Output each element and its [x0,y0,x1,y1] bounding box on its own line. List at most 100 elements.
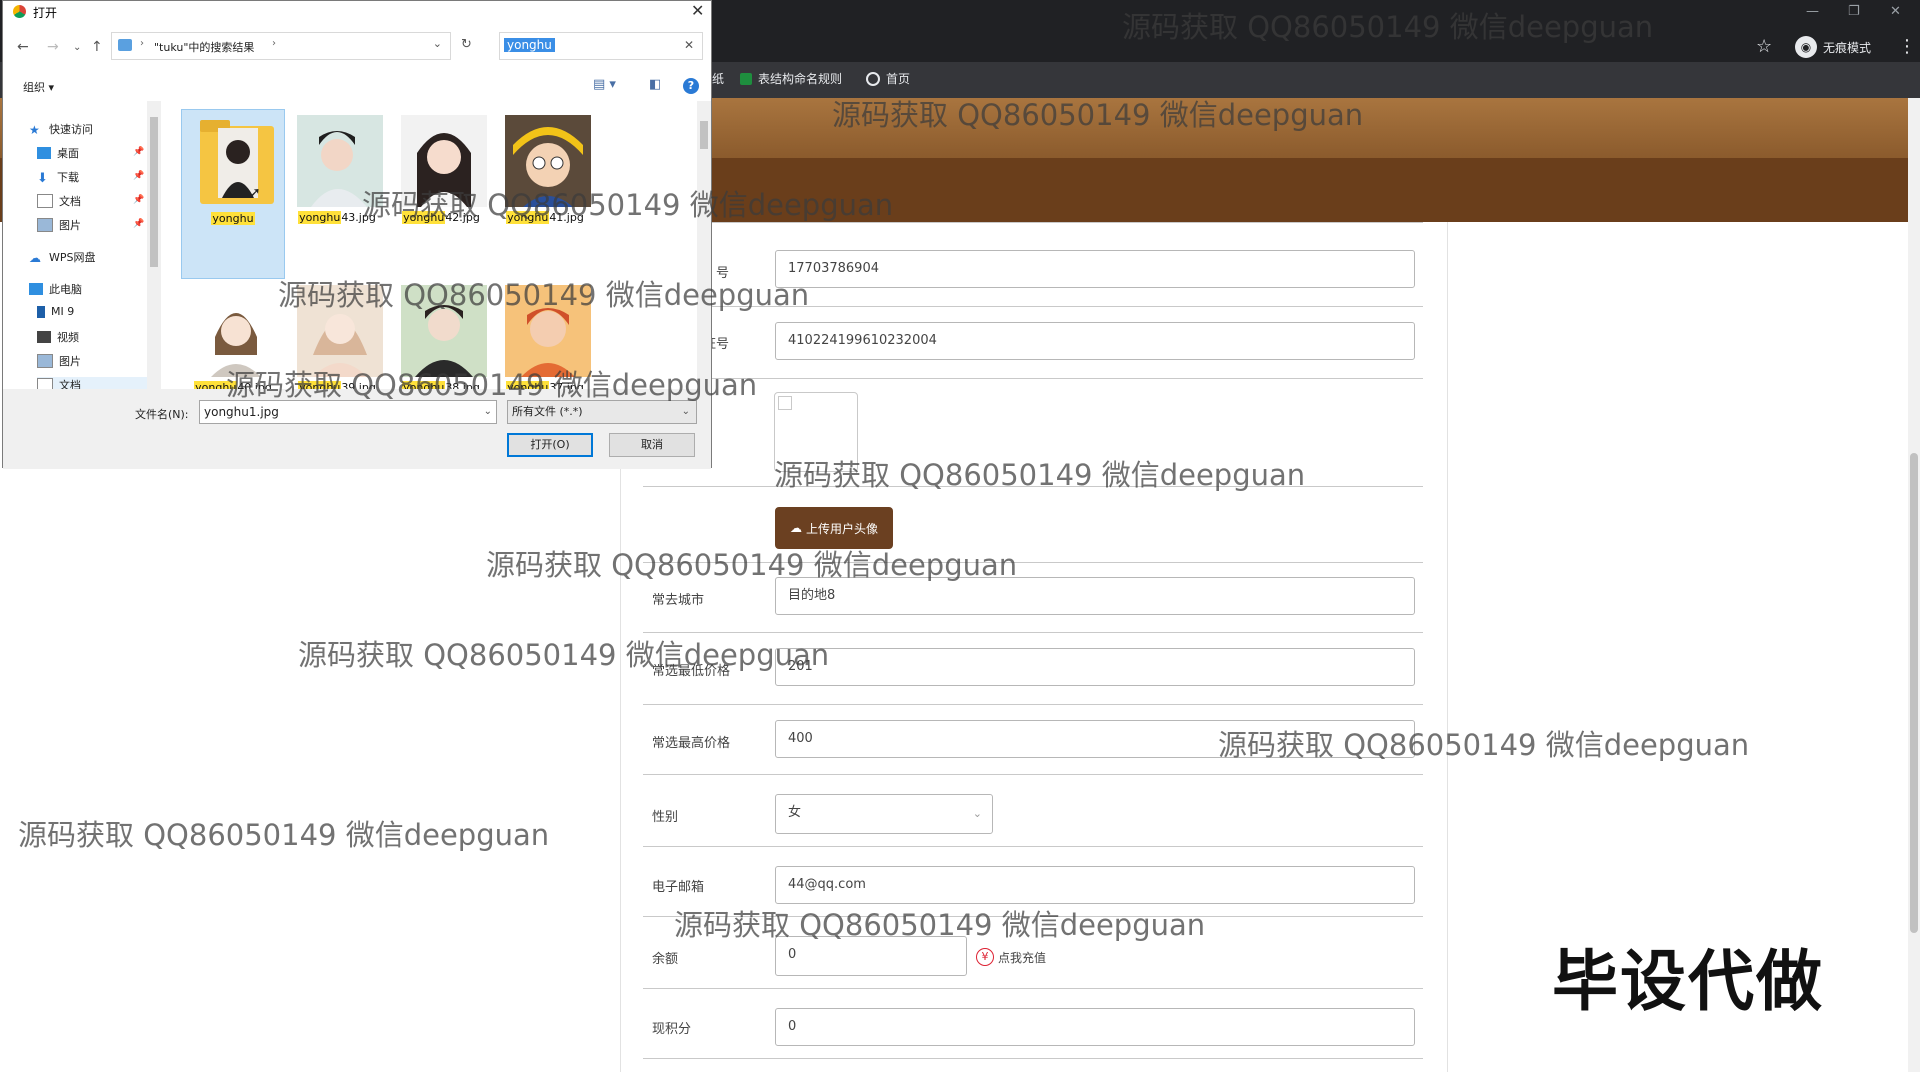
id-card-input[interactable]: 410224199610232004 [775,322,1415,360]
star-icon: ★ [29,123,40,137]
file-list: yonghu yonghu43.jpg yonghu42.jpg yonghu4… [161,101,697,389]
pin-icon: 📌 [133,219,145,229]
min-price-input[interactable]: 201 [775,648,1415,686]
pin-icon: 📌 [133,147,145,157]
form-row-email: 电子邮箱 44@qq.com [643,846,1423,917]
nav-mi9[interactable]: MI 9 [37,305,74,318]
file-item[interactable]: yonghu43.jpg [285,109,389,279]
forward-arrow-icon[interactable]: → [47,39,59,55]
search-input[interactable]: yonghu ✕ [499,32,703,60]
pin-icon: 📌 [133,171,145,181]
mouse-cursor-icon: ➚ [249,185,261,201]
chevron-down-icon[interactable]: ⌄ [433,37,442,50]
nav-label: 文档 [59,195,81,208]
image-thumbnail [297,115,383,207]
form-row-idcard: 证号 410224199610232004 [643,306,1423,379]
recent-dropdown-icon[interactable]: ⌄ [73,42,81,53]
field-label: 号 [716,266,730,281]
navigation-pane: ★ 快速访问 桌面 📌 ⬇ 下载 📌 文档 📌 图片 📌 ☁ WPS网盘 此电脑… [3,101,161,389]
sheet-icon [740,72,752,85]
nav-label: WPS网盘 [49,251,96,264]
form-row-points: 现积分 0 [643,988,1423,1059]
help-icon[interactable]: ? [683,78,699,94]
view-options-icon[interactable]: ▤ ▾ [593,77,616,92]
download-icon: ⬇ [37,171,48,186]
document-icon [37,378,53,389]
form-row-min-price: 常选最低价格 201 [643,632,1423,705]
desktop-icon [37,147,51,159]
nav-quick-access[interactable]: ★ 快速访问 [29,121,93,137]
chevron-down-icon[interactable]: ⌄ [484,401,492,423]
filetype-value: 所有文件 (*.*) [512,405,583,418]
close-icon[interactable]: ✕ [1890,4,1901,19]
folder-thumbnail [194,116,280,208]
file-item[interactable]: yonghu41.jpg [493,109,597,279]
field-label: 常选最低价格 [652,664,731,679]
nav-wps[interactable]: ☁ WPS网盘 [29,249,96,265]
minimize-icon[interactable]: — [1806,4,1819,19]
image-thumbnail [505,285,591,377]
close-icon[interactable]: ✕ [691,1,704,20]
file-name: yonghu40.jpg [181,381,285,389]
refresh-icon[interactable]: ↻ [461,37,472,52]
nav-this-pc[interactable]: 此电脑 [29,281,82,297]
star-icon[interactable]: ☆ [1756,36,1772,57]
file-item[interactable]: yonghu38.jpg [389,279,493,389]
bookmark-item[interactable]: 首页 [866,70,910,87]
nav-desktop[interactable]: 桌面 [37,145,79,161]
image-thumbnail [505,115,591,207]
filetype-select[interactable]: 所有文件 (*.*) ⌄ [507,400,697,424]
gender-select[interactable]: 女 ⌄ [775,794,993,834]
file-item[interactable]: yonghu42.jpg [389,109,493,279]
nav-downloads[interactable]: ⬇ 下载 [37,169,79,186]
nav-pictures-pc[interactable]: 图片 [37,353,81,369]
nav-scrollbar[interactable] [147,101,161,389]
file-name: yonghu [211,212,255,225]
phone-icon [37,305,45,318]
bookmark-item[interactable]: 纸 [712,70,724,87]
up-arrow-icon[interactable]: ↑ [91,39,103,55]
recharge-link[interactable]: ¥ 点我充值 [976,948,1046,966]
page-scrollbar[interactable] [1908,98,1920,1072]
file-item[interactable]: yonghu39.jpg [285,279,389,389]
nav-videos[interactable]: 视频 [37,329,79,345]
form-row-upload [643,486,1423,563]
filename-input[interactable]: yonghu1.jpg ⌄ [199,400,497,424]
nav-label: 桌面 [57,147,79,160]
points-input[interactable]: 0 [775,1008,1415,1046]
dialog-title: 打开 [33,6,58,20]
restore-icon[interactable]: ❐ [1848,4,1860,19]
nav-pictures[interactable]: 图片 [37,217,81,233]
max-price-input[interactable]: 400 [775,720,1415,758]
balance-input[interactable]: 0 [775,936,967,976]
file-item[interactable]: yonghu37.jpg [493,279,597,389]
phone-input[interactable]: 17703786904 [775,250,1415,288]
nav-label: 图片 [59,355,81,368]
preview-pane-icon[interactable]: ◧ [649,77,661,92]
address-bar[interactable]: › "tuku"中的搜索结果 › ⌄ [111,32,451,60]
nav-label: 图片 [59,219,81,232]
menu-icon[interactable]: ⋮ [1898,36,1916,57]
organize-menu[interactable]: 组织 ▾ [23,79,54,95]
open-button[interactable]: 打开(O) [507,433,593,457]
city-input[interactable]: 目的地8 [775,577,1415,615]
nav-documents-pc[interactable]: 文档 [37,377,147,389]
folder-icon [118,39,132,51]
file-scrollbar[interactable] [697,101,711,389]
incognito-indicator[interactable]: ◉ 无痕模式 [1795,36,1871,58]
back-arrow-icon[interactable]: ← [17,39,29,55]
pin-icon: 📌 [133,195,145,205]
email-input[interactable]: 44@qq.com [775,866,1415,904]
file-item[interactable]: yonghu [181,109,285,279]
incognito-icon: ◉ [1795,36,1817,58]
bookmark-item[interactable]: 表结构命名规则 [740,70,842,87]
file-item[interactable]: yonghu40.jpg [181,279,285,389]
chevron-right-icon: › [140,38,144,49]
nav-documents[interactable]: 文档 [37,193,81,209]
clear-search-icon[interactable]: ✕ [684,38,694,52]
cancel-button[interactable]: 取消 [609,433,695,457]
video-icon [37,331,51,343]
watermark: 源码获取 QQ86050149 微信deepguan [18,818,550,852]
field-label: 电子邮箱 [652,880,705,895]
nav-label: 视频 [57,331,79,344]
